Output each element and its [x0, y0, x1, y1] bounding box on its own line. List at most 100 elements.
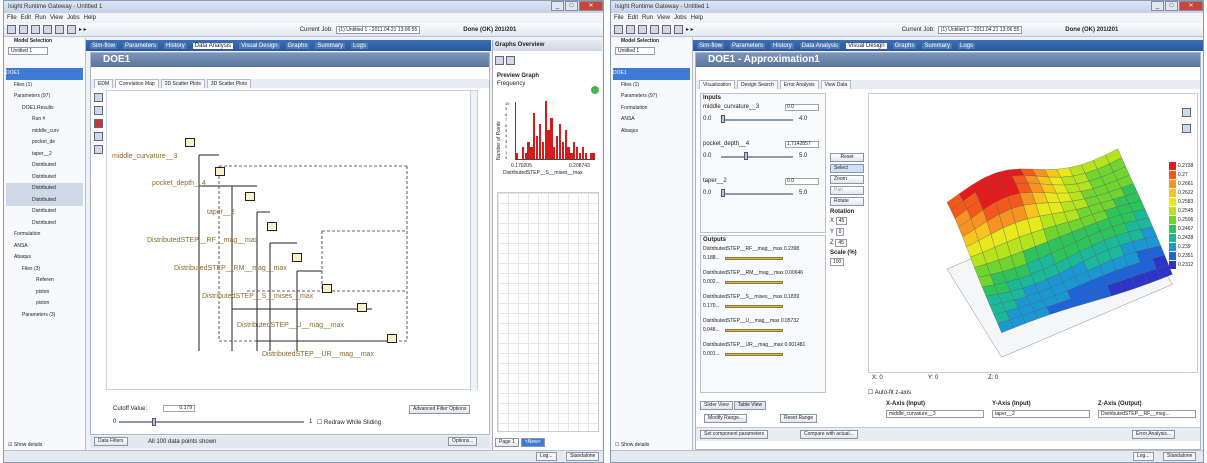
node-box[interactable] — [292, 253, 302, 262]
log-button[interactable]: Log... — [536, 452, 557, 461]
tree-item[interactable]: Parameters (97) — [6, 91, 83, 103]
settings-icon[interactable] — [650, 25, 659, 34]
redraw-checkbox[interactable]: ☐ Redraw While Sliding — [317, 419, 381, 426]
tree-item[interactable]: Referen — [6, 275, 83, 287]
new-page-tab[interactable]: <New> — [520, 438, 545, 447]
tab-parameters[interactable]: Parameters — [123, 42, 159, 49]
show-details-checkbox[interactable]: ☑ Show details — [8, 442, 42, 448]
tree-item[interactable]: Distributed — [6, 160, 83, 172]
menu-jobs[interactable]: Jobs — [674, 15, 687, 21]
tab-summary[interactable]: Summary — [922, 42, 952, 49]
tree-item[interactable]: ANSA — [613, 114, 690, 126]
data-filters-button[interactable]: Data Filters — [94, 437, 128, 446]
menu-run[interactable]: Run — [642, 15, 653, 21]
menu-jobs[interactable]: Jobs — [67, 15, 80, 21]
rotation-x-spinner[interactable]: 45 — [835, 217, 848, 225]
input-slider-thumb[interactable] — [721, 189, 725, 197]
options-button[interactable]: Options... — [448, 437, 478, 446]
tree-item[interactable]: DOE1.Results — [6, 103, 83, 115]
tab-graphs[interactable]: Graphs — [892, 42, 917, 49]
tab-history[interactable]: History — [771, 42, 794, 49]
reset-view-button[interactable]: Reset — [830, 153, 864, 162]
grid-icon[interactable] — [67, 25, 76, 34]
menu-file[interactable]: File — [614, 15, 624, 21]
subtab-view-data[interactable]: View Data — [820, 80, 852, 89]
tree-item[interactable]: Distributed — [6, 183, 83, 195]
current-job-dropdown[interactable]: (1) Untitled 1 - 2011.04.21 13:06:55 — [937, 25, 1023, 34]
surface-plot[interactable]: 0.2738 0.27 0.2661 0.2622 0.2583 0.2545 0.2506… — [868, 93, 1198, 373]
menu-view[interactable]: View — [657, 15, 670, 21]
tab-data-analysis[interactable]: Data Analysis — [799, 42, 841, 49]
tab-visual-design[interactable]: Visual Design — [846, 42, 887, 49]
close-button[interactable]: ✕ — [579, 1, 603, 11]
table-view-tab[interactable]: Table View — [733, 401, 767, 410]
z-axis-dropdown[interactable]: DistributedSTEP__RF__mag... — [1098, 410, 1196, 418]
model-selection-dropdown[interactable]: Untitled 1 — [8, 47, 48, 55]
pan-mode-button[interactable]: Pan — [830, 186, 864, 195]
tab-simflow[interactable]: Sim-flow — [90, 42, 118, 49]
print-icon[interactable] — [94, 145, 103, 154]
menu-edit[interactable]: Edit — [628, 15, 638, 21]
menu-help[interactable]: Help — [84, 15, 96, 21]
tree-item[interactable]: Formulation — [613, 103, 690, 115]
minimize-button[interactable]: _ — [1151, 1, 1164, 11]
reset-range-button[interactable]: Reset Range — [780, 414, 818, 423]
tab-data-analysis[interactable]: Data Analysis — [192, 42, 234, 49]
error-analysis-button[interactable]: Error Analysis... — [1132, 430, 1176, 439]
tree-item[interactable]: taper__2 — [6, 149, 83, 161]
close-button[interactable]: ✕ — [1179, 1, 1203, 11]
input-slider[interactable] — [721, 119, 793, 121]
subtab-2d-scatter[interactable]: 2D Scatter Plots — [160, 79, 205, 88]
tree-item[interactable]: DOE1 — [613, 68, 690, 80]
menu-file[interactable]: File — [7, 15, 17, 21]
zoom-in-icon[interactable] — [94, 93, 103, 102]
node-box[interactable] — [245, 192, 255, 201]
tree-item[interactable]: Abaqus — [6, 252, 83, 264]
subtab-error-analysis[interactable]: Error Analysis — [779, 80, 819, 89]
open-icon[interactable] — [7, 25, 16, 34]
cutoff-slider[interactable] — [119, 421, 304, 423]
menu-edit[interactable]: Edit — [21, 15, 31, 21]
cutoff-input[interactable]: 0.179 — [163, 405, 195, 412]
maximize-button[interactable]: □ — [565, 1, 578, 11]
settings-icon[interactable] — [43, 25, 52, 34]
maximize-button[interactable]: □ — [1165, 1, 1178, 11]
save-icon[interactable] — [626, 25, 635, 34]
tree-item[interactable]: Distributed — [6, 194, 83, 206]
close-plot-icon[interactable] — [1182, 108, 1191, 117]
tree-item[interactable]: Distributed — [6, 206, 83, 218]
node-box[interactable] — [387, 334, 397, 343]
chart-icon[interactable] — [662, 25, 671, 34]
rotation-y-spinner[interactable]: 0 — [835, 228, 845, 236]
tree-item[interactable]: Files (3) — [6, 264, 83, 276]
tree-item[interactable]: Parameters (3) — [6, 310, 83, 322]
tree-item[interactable]: Parameters (97) — [613, 91, 690, 103]
copy-icon[interactable] — [94, 132, 103, 141]
grid-icon[interactable] — [674, 25, 683, 34]
tree-item[interactable]: Abaqus — [613, 126, 690, 138]
export-icon[interactable] — [1182, 124, 1191, 133]
input-value-field[interactable]: 1.7142857 — [785, 141, 819, 148]
y-axis-dropdown[interactable]: taper__2 — [992, 410, 1090, 418]
tree-item[interactable]: DOE1 — [6, 68, 83, 80]
minimize-button[interactable]: _ — [551, 1, 564, 11]
auto-fit-checkbox[interactable]: ☐ Auto-fit z-axis — [868, 389, 911, 396]
vertical-scrollbar[interactable] — [470, 91, 477, 391]
tab-logs[interactable]: Logs — [958, 42, 976, 49]
tree-item[interactable]: piston — [6, 287, 83, 299]
tab-summary[interactable]: Summary — [315, 42, 345, 49]
node-box[interactable] — [185, 138, 195, 147]
zoom-out-icon[interactable] — [94, 106, 103, 115]
page-1-tab[interactable]: Page 1 — [495, 438, 519, 447]
cutoff-slider-thumb[interactable] — [152, 418, 156, 426]
chart-icon[interactable] — [55, 25, 64, 34]
node-box[interactable] — [215, 167, 225, 176]
run-icon[interactable]: ▸ ▸ — [79, 26, 87, 33]
input-slider[interactable] — [721, 156, 793, 158]
set-component-parameters-button[interactable]: Set component parameters — [700, 430, 769, 439]
stop-icon[interactable] — [94, 119, 103, 128]
tree-item[interactable]: ANSA — [6, 241, 83, 253]
chart-icon[interactable] — [505, 56, 515, 65]
input-value-field[interactable]: 0.0 — [785, 104, 819, 111]
tab-graphs[interactable]: Graphs — [285, 42, 310, 49]
